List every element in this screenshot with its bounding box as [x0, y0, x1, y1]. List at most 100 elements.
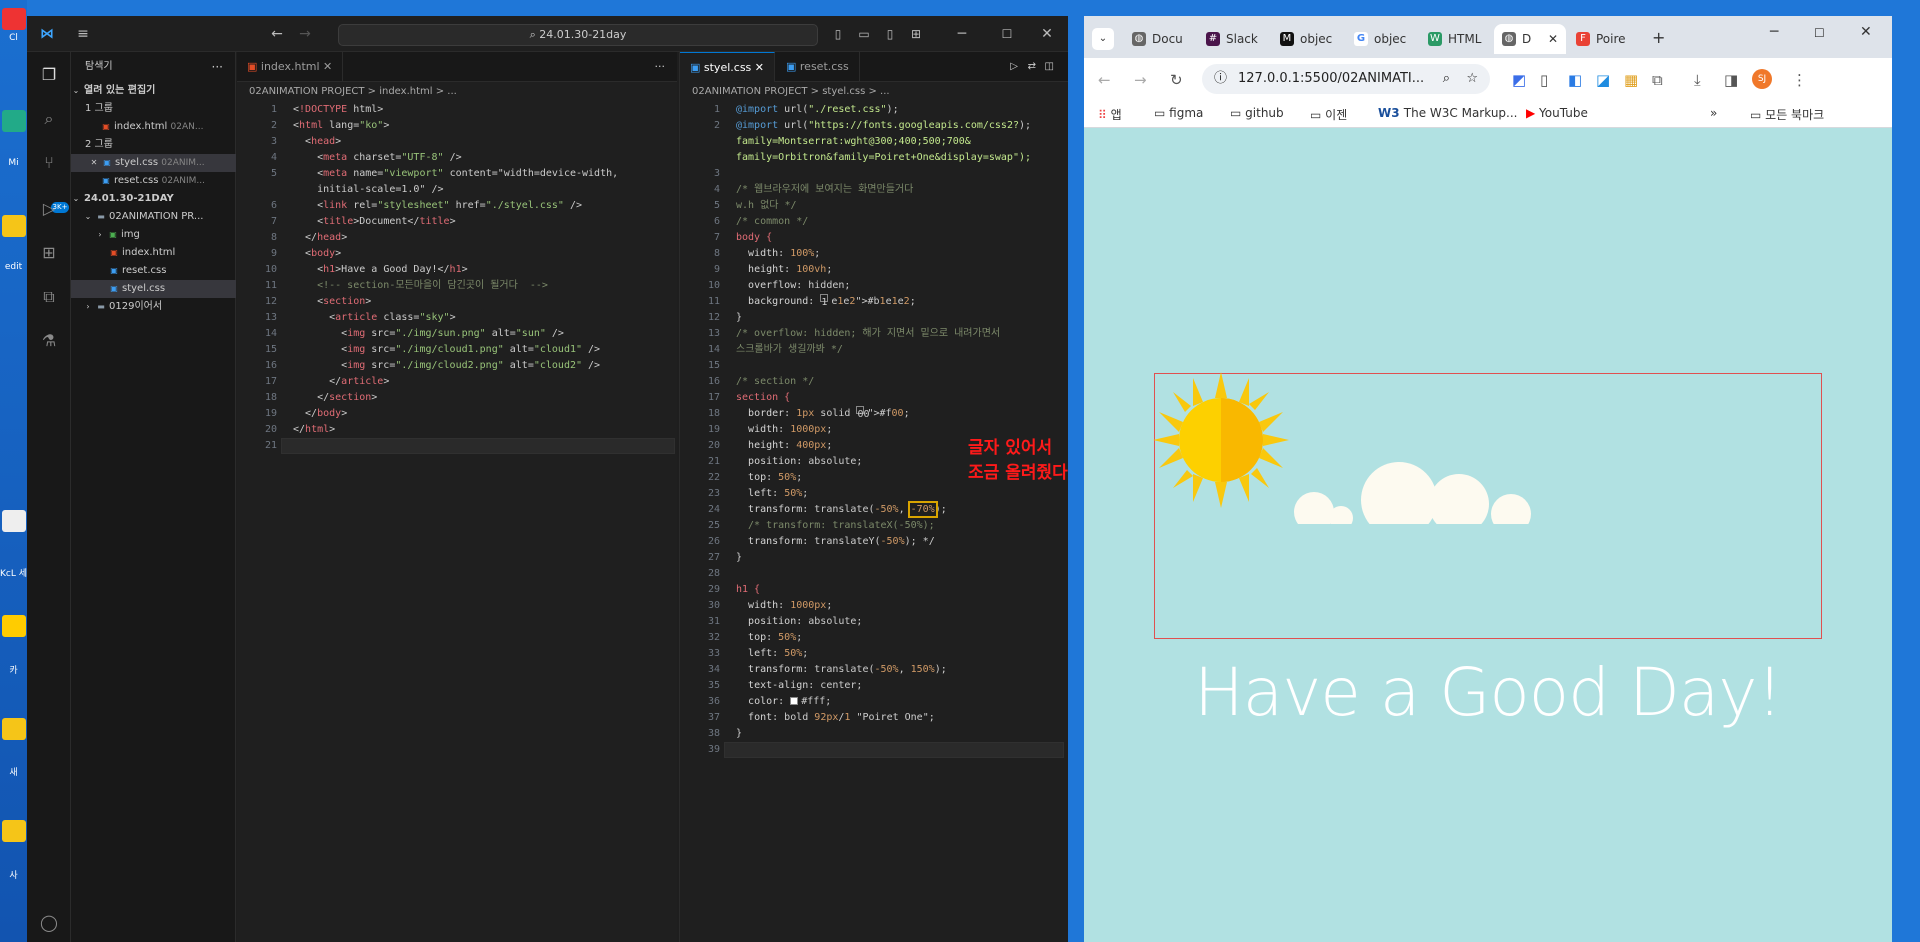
- code-line[interactable]: </article>: [293, 374, 618, 390]
- code-line[interactable]: w.h 없다 */: [736, 198, 1031, 214]
- code-line[interactable]: <head>: [293, 134, 618, 150]
- code-line[interactable]: </html>: [293, 422, 618, 438]
- code-line[interactable]: }: [736, 310, 1031, 326]
- code-line[interactable]: width: 1000px;: [736, 598, 1031, 614]
- code-line[interactable]: [736, 566, 1031, 582]
- address-bar[interactable]: ⓘ 127.0.0.1:5500/02ANIMATI... ⌕ ☆: [1202, 64, 1490, 94]
- testing-icon[interactable]: ⚗: [38, 330, 60, 352]
- kebab-menu-icon[interactable]: ⋮: [1792, 71, 1807, 89]
- code-line[interactable]: /* section */: [736, 374, 1031, 390]
- extension-icon[interactable]: ▯: [1540, 71, 1548, 89]
- more-bookmarks-icon[interactable]: »: [1710, 106, 1717, 120]
- code-line[interactable]: }: [736, 726, 1031, 742]
- code-line[interactable]: transform: translate(-50%, 150%);: [736, 662, 1031, 678]
- browser-tab-active[interactable]: ◍ D ✕: [1494, 24, 1566, 54]
- desktop-app-icon[interactable]: [2, 510, 26, 532]
- code-line[interactable]: family=Orbitron&family=Poiret+One&displa…: [736, 150, 1031, 166]
- browser-tab[interactable]: # Slack: [1198, 24, 1270, 54]
- extension-icon[interactable]: ◪: [1596, 71, 1610, 89]
- code-line[interactable]: <img src="./img/cloud1.png" alt="cloud1"…: [293, 342, 618, 358]
- close-icon[interactable]: ✕: [89, 154, 99, 172]
- code-line[interactable]: font: bold 92px/1 "Poiret One";: [736, 710, 1031, 726]
- browser-tab[interactable]: Mobjec: [1272, 24, 1344, 54]
- bookmark-folder[interactable]: ▭ 이젠: [1310, 106, 1347, 123]
- close-icon[interactable]: ✕: [1860, 24, 1872, 40]
- code-line[interactable]: <meta name="viewport" content="width=dev…: [293, 166, 618, 182]
- bookmark-folder[interactable]: ▭ github: [1230, 106, 1284, 120]
- code-line[interactable]: color: #fff;: [736, 694, 1031, 710]
- new-tab-icon[interactable]: +: [1652, 28, 1665, 47]
- toggle-sidebar-icon[interactable]: ▯: [827, 16, 849, 52]
- code-line[interactable]: text-align: center;: [736, 678, 1031, 694]
- desktop-app-icon[interactable]: [2, 110, 26, 132]
- code-line[interactable]: [293, 438, 618, 454]
- code-line[interactable]: <h1>Have a Good Day!</h1>: [293, 262, 618, 278]
- desktop-folder-icon[interactable]: [2, 820, 26, 842]
- code-line[interactable]: background: 1 e1e2">#b1e1e2;: [736, 294, 1031, 310]
- source-control-icon[interactable]: ⑂: [38, 152, 60, 174]
- file-item[interactable]: ▣ reset.css: [71, 262, 236, 280]
- code-line[interactable]: /* overflow: hidden; 해가 지면서 밑으로 내려가면서: [736, 326, 1031, 342]
- desktop-app-icon[interactable]: [2, 8, 26, 30]
- code-line[interactable]: <meta charset="UTF-8" />: [293, 150, 618, 166]
- extension-icon[interactable]: ◩: [1512, 71, 1526, 89]
- folder-root[interactable]: ⌄ 24.01.30-21DAY: [71, 190, 236, 208]
- site-info-icon[interactable]: ⓘ: [1214, 64, 1227, 94]
- tab-styel-css[interactable]: ▣ styel.css ✕: [680, 52, 775, 82]
- run-icon[interactable]: ▷: [1010, 52, 1018, 82]
- code-line[interactable]: <img src="./img/sun.png" alt="sun" />: [293, 326, 618, 342]
- code-line[interactable]: </body>: [293, 406, 618, 422]
- all-bookmarks[interactable]: ▭ 모든 북마크: [1750, 106, 1824, 123]
- browser-tab[interactable]: W HTML: [1420, 24, 1492, 54]
- open-editor-item[interactable]: ✕ ▣ styel.css 02ANIM...: [71, 154, 236, 172]
- code-line[interactable]: <html lang="ko">: [293, 118, 618, 134]
- browser-tab[interactable]: ◍ Docu: [1124, 24, 1196, 54]
- code-line[interactable]: body {: [736, 230, 1031, 246]
- code-line[interactable]: overflow: hidden;: [736, 278, 1031, 294]
- explorer-icon[interactable]: ❐: [38, 64, 60, 86]
- code-line[interactable]: <section>: [293, 294, 618, 310]
- open-editors-section[interactable]: ⌄ 열려 있는 편집기: [71, 82, 236, 100]
- code-line[interactable]: [736, 358, 1031, 374]
- code-line[interactable]: <article class="sky">: [293, 310, 618, 326]
- account-icon[interactable]: ◯: [38, 912, 60, 934]
- minimize-icon[interactable]: ─: [947, 16, 977, 52]
- code-line[interactable]: position: absolute;: [736, 614, 1031, 630]
- desktop-app-icon[interactable]: [2, 615, 26, 637]
- back-arrow-icon[interactable]: ←: [267, 16, 287, 52]
- side-panel-icon[interactable]: ◨: [1724, 71, 1738, 89]
- bookmark-link[interactable]: ▶ YouTube: [1526, 106, 1588, 120]
- search-icon[interactable]: ⌕: [38, 108, 60, 130]
- code-line[interactable]: <link rel="stylesheet" href="./styel.css…: [293, 198, 618, 214]
- browser-tab[interactable]: Gobjec: [1346, 24, 1418, 54]
- open-editor-item[interactable]: ▣ reset.css 02ANIM...: [71, 172, 236, 190]
- code-line[interactable]: </section>: [293, 390, 618, 406]
- more-actions-icon[interactable]: ···: [655, 52, 666, 82]
- code-line[interactable]: transform: translateY(-50%); */: [736, 534, 1031, 550]
- split-editor-icon[interactable]: ◫: [1045, 52, 1054, 82]
- more-actions-icon[interactable]: ···: [212, 52, 223, 82]
- compare-icon[interactable]: ⇄: [1028, 52, 1036, 82]
- minimize-icon[interactable]: ─: [1770, 24, 1778, 40]
- code-line[interactable]: /* 웹브라우저에 보여지는 화면만들거다: [736, 182, 1031, 198]
- bookmark-link[interactable]: W3 The W3C Markup...: [1378, 106, 1517, 120]
- tab-reset-css[interactable]: ▣ reset.css: [776, 52, 860, 82]
- code-line[interactable]: [736, 742, 1031, 758]
- reload-icon[interactable]: ↻: [1170, 71, 1183, 89]
- close-icon[interactable]: ✕: [755, 61, 764, 74]
- tab-search-chevron-icon[interactable]: ⌄: [1092, 28, 1114, 50]
- maximize-icon[interactable]: ☐: [992, 16, 1022, 52]
- desktop-folder-icon[interactable]: [2, 215, 26, 237]
- file-item[interactable]: ▣ index.html: [71, 244, 236, 262]
- code-line[interactable]: section {: [736, 390, 1031, 406]
- extension-icon[interactable]: ◧: [1568, 71, 1582, 89]
- close-icon[interactable]: ✕: [1032, 16, 1062, 52]
- code-area[interactable]: <!DOCTYPE html> <html lang="ko"> <head> <…: [293, 102, 618, 454]
- desktop-folder-icon[interactable]: [2, 718, 26, 740]
- code-line[interactable]: 스크롤바가 생길까봐 */: [736, 342, 1031, 358]
- toggle-secondary-sidebar-icon[interactable]: ▯: [879, 16, 901, 52]
- back-arrow-icon[interactable]: ←: [1098, 71, 1111, 89]
- run-debug-icon[interactable]: ▷: [38, 198, 60, 220]
- folder-item[interactable]: › ▣ img: [71, 226, 236, 244]
- tab-index-html[interactable]: ▣ index.html ✕: [237, 52, 344, 82]
